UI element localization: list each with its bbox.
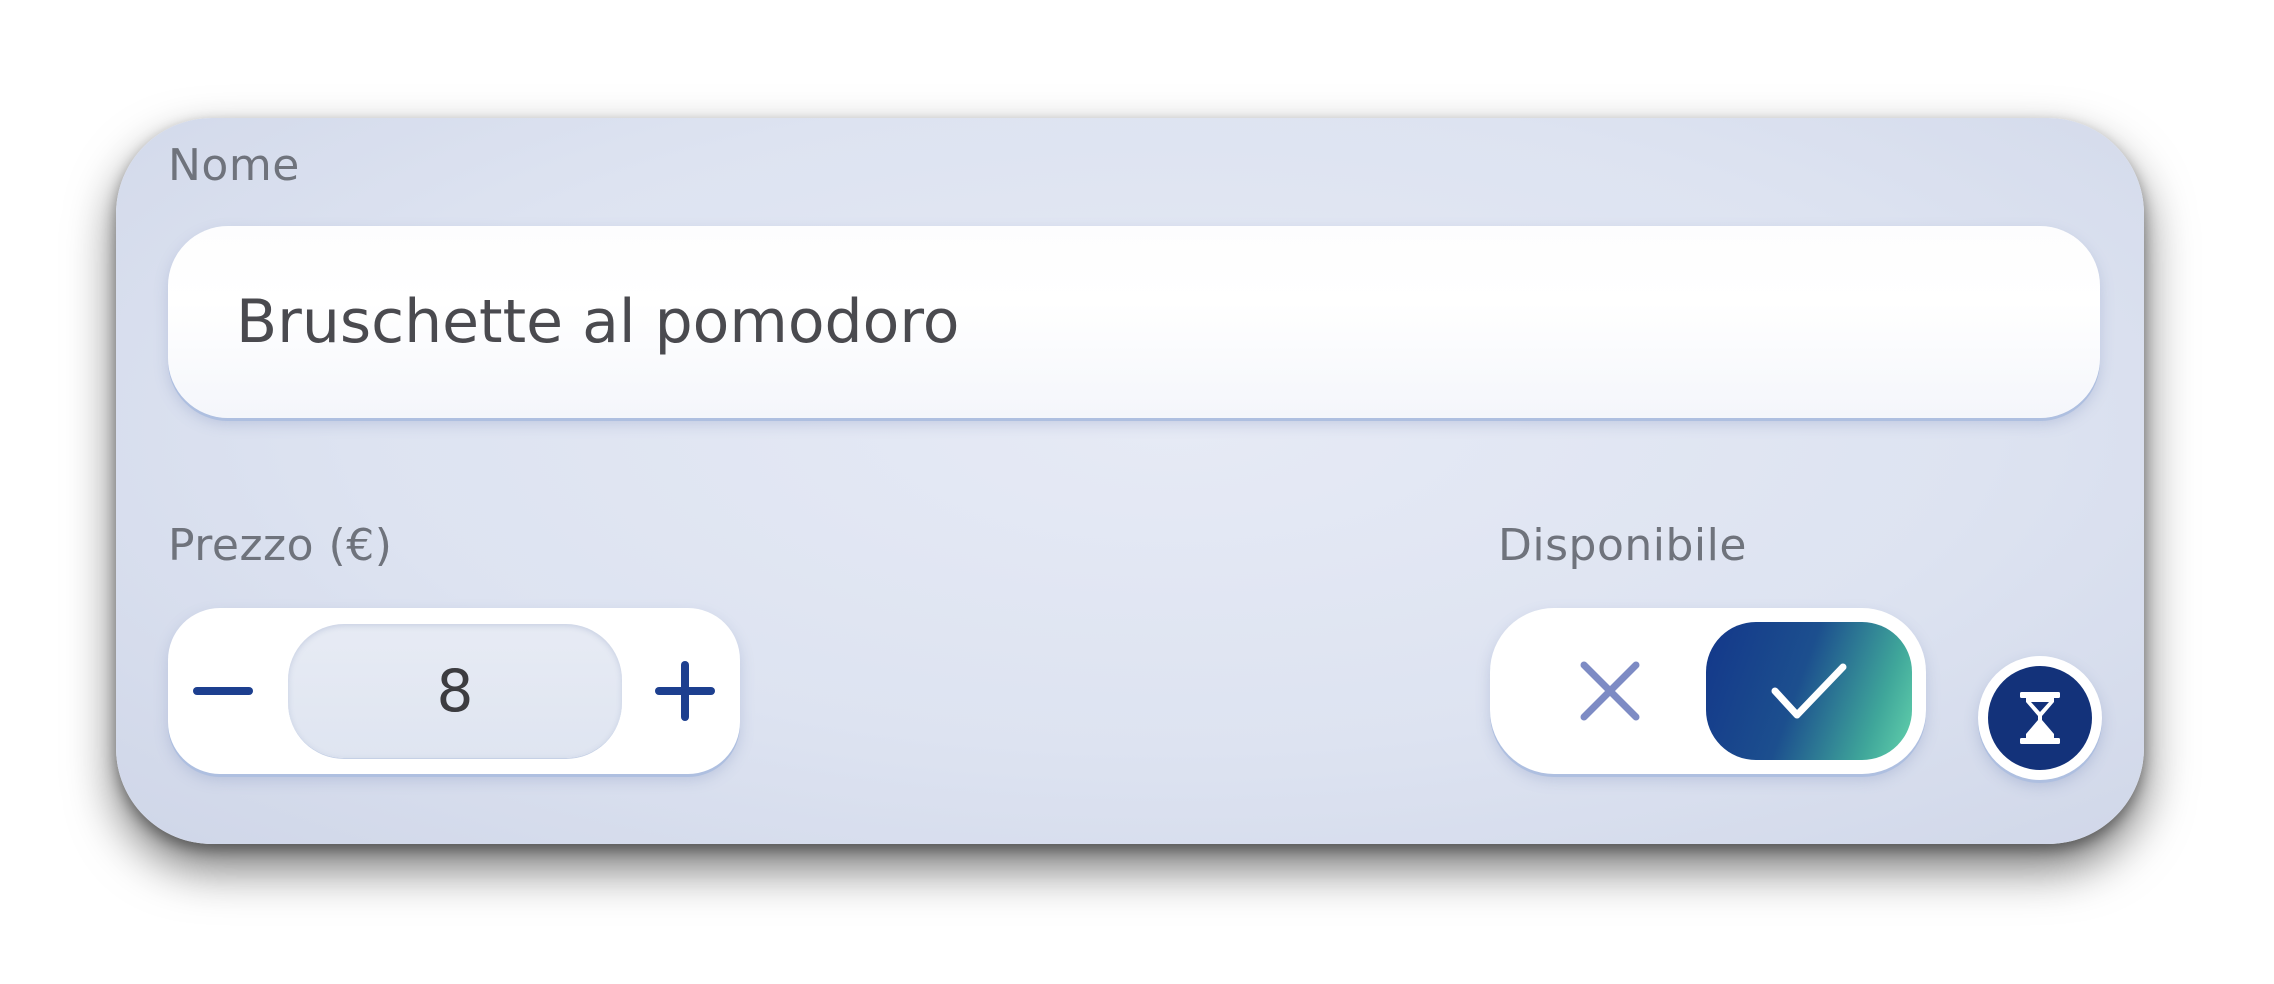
name-label: Nome [168,140,300,191]
timer-button-face [1988,666,2092,770]
check-icon [1771,663,1847,719]
price-value[interactable]: 8 [288,624,622,758]
name-input[interactable] [168,226,2100,418]
increment-button[interactable] [630,608,740,774]
available-option[interactable] [1706,622,1912,760]
menu-item-card: Nome Prezzo (€) 8 Disponibile [116,118,2144,844]
unavailable-option[interactable] [1550,631,1670,751]
plus-icon [655,661,715,721]
close-icon [1580,661,1640,721]
price-label: Prezzo (€) [168,520,393,571]
hourglass-icon [2020,692,2060,744]
timer-button[interactable] [1978,656,2102,780]
available-label: Disponibile [1498,520,1747,571]
decrement-button[interactable] [168,608,278,774]
availability-toggle [1490,608,1926,774]
minus-icon [193,687,253,695]
price-stepper: 8 [168,608,740,774]
